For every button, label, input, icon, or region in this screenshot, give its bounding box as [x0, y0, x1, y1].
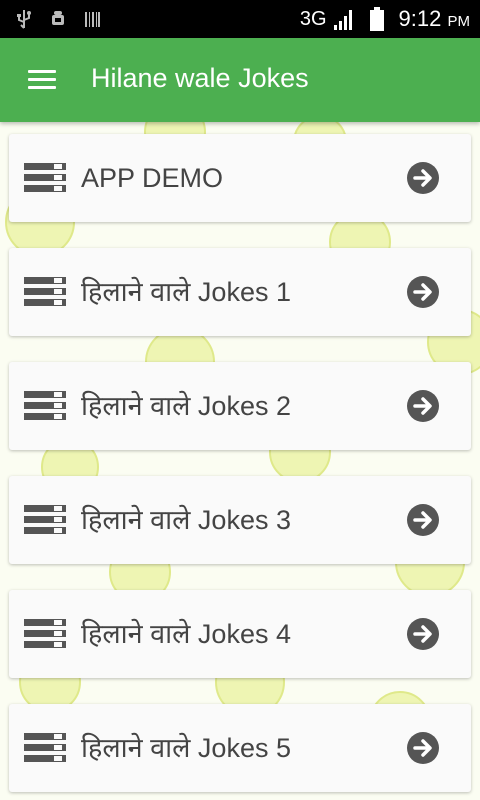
app-bar: Hilane wale Jokes: [0, 38, 480, 122]
list-item[interactable]: हिलाने वाले Jokes 5: [9, 704, 471, 792]
list-icon: [24, 619, 66, 648]
clock-time: 9:12: [398, 6, 442, 31]
arrow-circle-right-icon[interactable]: [407, 276, 439, 308]
list-item[interactable]: हिलाने वाले Jokes 1: [9, 248, 471, 336]
arrow-circle-right-icon[interactable]: [407, 618, 439, 650]
clock: 9:12 PM: [399, 6, 470, 32]
arrow-circle-right-icon[interactable]: [407, 504, 439, 536]
barcode-icon: [85, 12, 100, 27]
list-icon: [24, 733, 66, 762]
arrow-circle-right-icon[interactable]: [407, 732, 439, 764]
list-icon: [24, 505, 66, 534]
signal-icon: [333, 10, 352, 30]
list-item[interactable]: हिलाने वाले Jokes 2: [9, 362, 471, 450]
joke-list[interactable]: APP DEMO हिलाने वाले Jokes 1 हिलाने वाले…: [0, 122, 480, 800]
arrow-circle-right-icon[interactable]: [407, 162, 439, 194]
list-item-label: हिलाने वाले Jokes 1: [81, 277, 291, 307]
list-item[interactable]: हिलाने वाले Jokes 3: [9, 476, 471, 564]
battery-icon: [369, 7, 384, 31]
android-debug-icon: [52, 11, 64, 25]
list-item-label: हिलाने वाले Jokes 2: [81, 391, 291, 421]
status-bar: 3G 9:12 PM: [0, 0, 480, 38]
list-item[interactable]: हिलाने वाले Jokes 4: [9, 590, 471, 678]
app-title: Hilane wale Jokes: [91, 63, 309, 93]
list-item[interactable]: APP DEMO: [9, 134, 471, 222]
list-icon: [24, 163, 66, 192]
network-type: 3G: [299, 7, 327, 30]
list-icon: [24, 391, 66, 420]
list-item-label: APP DEMO: [81, 163, 224, 193]
list-item-label: हिलाने वाले Jokes 4: [81, 619, 291, 649]
list-item-label: हिलाने वाले Jokes 3: [81, 505, 291, 535]
background-pattern: [5, 122, 480, 753]
hamburger-menu-icon[interactable]: [28, 70, 56, 90]
list-icon: [24, 277, 66, 306]
usb-icon: [17, 10, 31, 29]
arrow-circle-right-icon[interactable]: [407, 390, 439, 422]
clock-ampm: PM: [447, 13, 471, 30]
list-item-label: हिलाने वाले Jokes 5: [81, 733, 291, 763]
